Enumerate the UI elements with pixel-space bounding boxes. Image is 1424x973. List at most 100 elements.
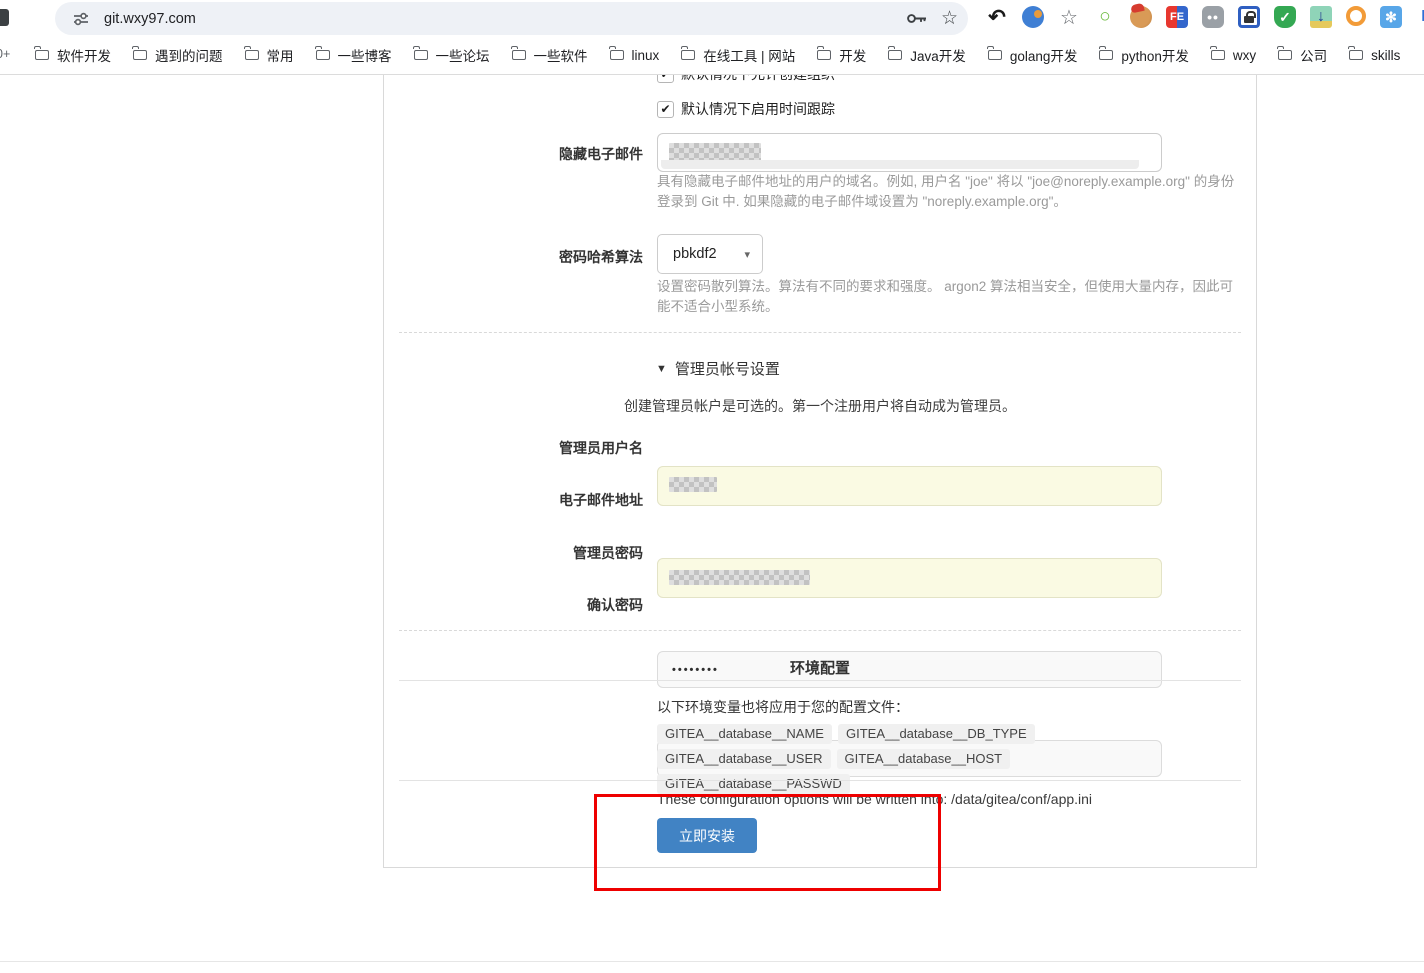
bookmark-folder-linux[interactable]: linux [610,48,660,63]
bookmark-label: 在线工具 | 网站 [703,45,795,65]
admin-section-note: 创建管理员帐户是可选的。第一个注册用户将自动成为管理员。 [399,396,1241,416]
orange-ring-extension-icon[interactable] [1346,6,1366,26]
bookmark-label: Java开发 [910,45,966,65]
bookmark-folder-dev[interactable]: 开发 [817,45,866,65]
admin-password-label: 管理员密码 [380,543,643,563]
censor-band [661,160,1139,169]
address-bar[interactable]: git.wxy97.com ☆ [55,2,968,35]
admin-username-label: 管理员用户名 [380,438,643,458]
undo-arrow-extension-icon[interactable]: ↶ [986,6,1008,28]
env-tag: GITEA__database__DB_TYPE [838,724,1035,744]
url-text[interactable]: git.wxy97.com [104,11,196,27]
folder-icon [512,50,526,60]
bookmark-folder-forums[interactable]: 一些论坛 [414,45,490,65]
env-tags: GITEA__database__NAME GITEA__database__D… [657,724,1167,794]
admin-section-title: 管理员帐号设置 [675,358,780,379]
blue-snowflake-extension-icon[interactable]: ✻ [1380,6,1402,28]
folder-icon [1349,50,1363,60]
site-settings-icon[interactable] [72,10,90,28]
censored-value [669,492,703,501]
heading-divider [399,680,1241,681]
bookmark-label: 开发 [839,45,866,65]
folder-icon [988,50,1002,60]
bookmark-folder-golang[interactable]: golang开发 [988,45,1078,65]
censored-value [669,143,761,161]
folder-icon [316,50,330,60]
bookmark-star-icon[interactable]: ☆ [941,9,958,28]
bookmarks-overflow-label[interactable]: 0+ [0,47,10,61]
folder-icon [1211,50,1225,60]
bookmark-label: 软件开发 [57,45,111,65]
star-sparkle-extension-icon[interactable]: ☆ [1058,6,1080,28]
bookmark-label: skills [1371,48,1400,63]
bookmarks-bar: 0+ 软件开发 遇到的问题 常用 一些博客 一些论坛 一些软件 linux 在线… [0,36,1424,74]
bookmark-label: golang开发 [1010,45,1078,65]
bookmark-folder-skills[interactable]: skills [1349,48,1400,63]
globe-extension-icon[interactable] [1022,6,1044,28]
folder-icon [414,50,428,60]
green-shield-check-extension-icon[interactable]: ✓ [1274,6,1296,28]
folder-icon [245,50,259,60]
folder-icon [133,50,147,60]
admin-email-label: 电子邮件地址 [380,490,643,510]
bookmark-folder-problems[interactable]: 遇到的问题 [133,45,223,65]
env-config-note: 以下环境变量也将应用于您的配置文件： [657,697,909,717]
annotation-rectangle [594,794,941,891]
green-loop-extension-icon[interactable]: ○ [1094,6,1116,28]
env-config-heading: 环境配置 [399,657,1241,678]
folder-icon [610,50,624,60]
admin-section-toggle[interactable]: ▼ 管理员帐号设置 [656,358,780,379]
bookmark-folder-java[interactable]: Java开发 [888,45,966,65]
shield-lock-extension-icon[interactable] [1238,6,1260,28]
folder-icon [681,50,695,60]
bookmark-label: linux [632,48,660,63]
checkbox-label[interactable]: 默认情况下启用时间跟踪 [681,99,835,119]
censored-value [669,585,787,593]
section-divider [399,332,1241,333]
bookmark-label: 常用 [267,45,294,65]
hidden-email-label: 隐藏电子邮件 [380,144,643,164]
section-divider [399,630,1241,631]
grey-dots-extension-icon[interactable]: •• [1202,6,1224,28]
censored-value [669,477,717,492]
fe-extension-icon[interactable]: FE [1166,6,1188,28]
bookmark-folder-software-dev[interactable]: 软件开发 [35,45,111,65]
admin-email-input[interactable] [657,558,1162,598]
bookmark-folder-software[interactable]: 一些软件 [512,45,588,65]
bookmark-folder-common[interactable]: 常用 [245,45,294,65]
bookmark-label: 一些博客 [338,45,392,65]
option-row-time-tracking[interactable]: ✔ 默认情况下启用时间跟踪 [657,99,835,119]
password-hash-select[interactable]: pbkdf2 ▾ [657,234,763,274]
env-tag: GITEA__database__USER [657,749,831,769]
footer-divider [0,961,1424,962]
folder-icon [1278,50,1292,60]
folder-icon [1099,50,1113,60]
hidden-email-input[interactable] [657,133,1162,172]
folder-icon [888,50,902,60]
checkbox-time-tracking[interactable]: ✔ [657,101,674,118]
censored-value [669,570,810,585]
bookmark-folder-python[interactable]: python开发 [1099,45,1189,65]
santa-face-extension-icon[interactable] [1130,6,1152,28]
k-extension-icon[interactable]: K [1416,6,1424,28]
chevron-down-icon: ▾ [744,248,750,261]
bookmark-label: 公司 [1300,45,1327,65]
env-tag: GITEA__database__NAME [657,724,832,744]
clipped-edge-element [0,9,9,26]
bookmark-label: python开发 [1121,45,1189,65]
password-key-icon[interactable] [906,12,928,25]
confirm-password-label: 确认密码 [380,595,643,615]
admin-username-input[interactable] [657,466,1162,506]
bookmark-folder-company[interactable]: 公司 [1278,45,1327,65]
bookmark-folder-online-tools[interactable]: 在线工具 | 网站 [681,45,795,65]
env-tag: GITEA__database__HOST [837,749,1011,769]
selected-value: pbkdf2 [673,246,744,262]
bookmark-folder-wxy[interactable]: wxy [1211,48,1256,63]
bookmark-label: wxy [1233,48,1256,63]
download-arrow-extension-icon[interactable]: ↓ [1310,6,1332,28]
bookmark-folder-blogs[interactable]: 一些博客 [316,45,392,65]
bookmark-label: 遇到的问题 [155,45,223,65]
browser-chrome: git.wxy97.com ☆ ↶ ☆ ○ FE •• ✓ ↓ ✻ K 0+ 软… [0,0,1424,75]
password-hash-help: 设置密码散列算法。算法有不同的要求和强度。 argon2 算法相当安全，但使用大… [657,277,1239,317]
extensions-row: ↶ ☆ ○ FE •• ✓ ↓ ✻ K [986,6,1424,28]
